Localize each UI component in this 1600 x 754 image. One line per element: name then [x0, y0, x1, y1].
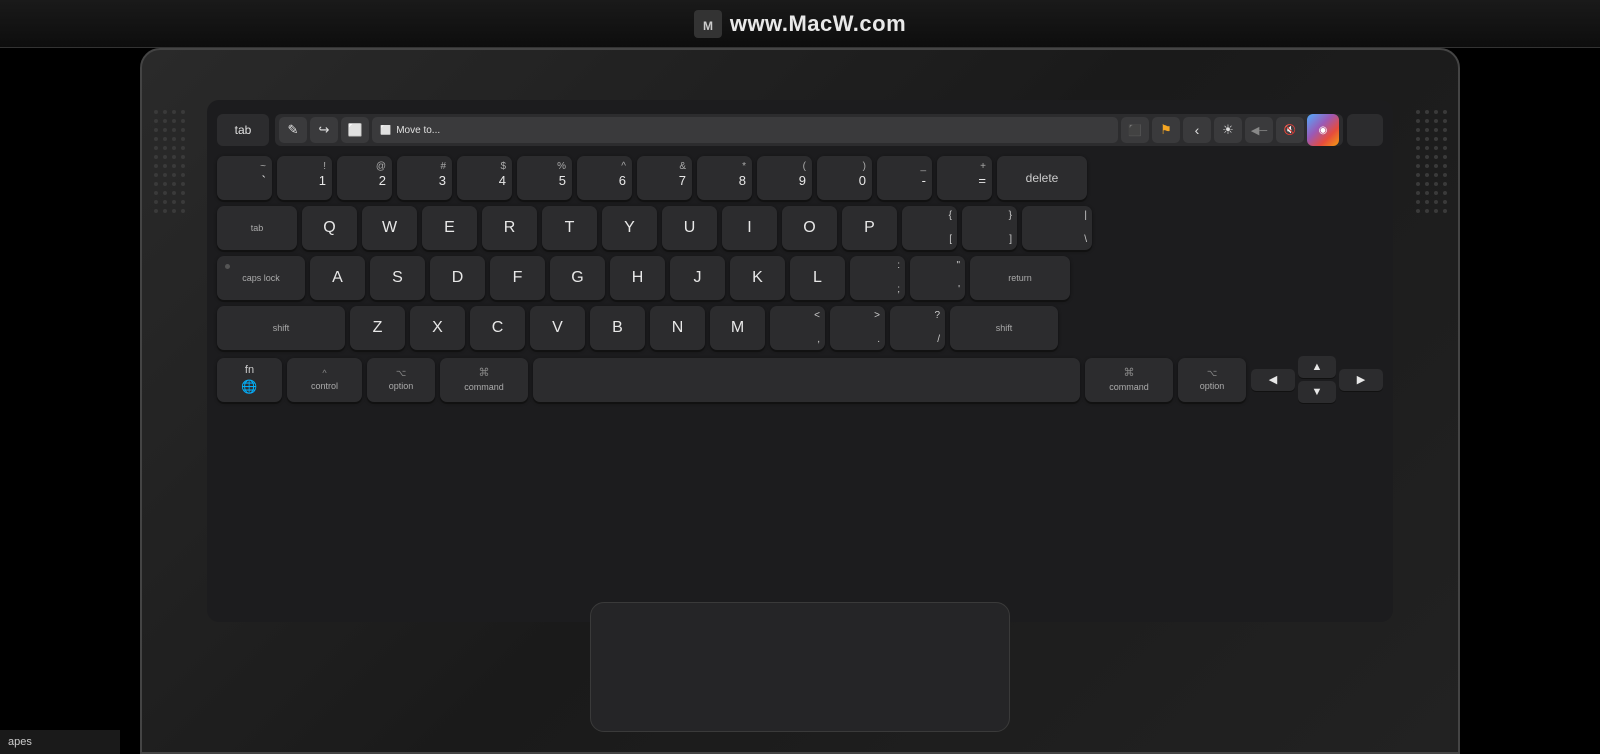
tb-moveto-label: Move to... [396, 125, 440, 136]
zxcv-row: shift Z X C V B N M < , > . ? / shift [217, 306, 1383, 350]
tb-archive-btn[interactable]: ⬜ [341, 117, 369, 143]
key-command-right[interactable]: ⌘ command [1085, 358, 1173, 402]
key-d[interactable]: D [430, 256, 485, 300]
key-j[interactable]: J [670, 256, 725, 300]
key-0[interactable]: ) 0 [817, 156, 872, 200]
key-q[interactable]: Q [302, 206, 357, 250]
tb-brightness-btn[interactable]: ☀ [1214, 117, 1242, 143]
trackpad[interactable] [590, 602, 1010, 732]
arrow-cluster: ◀ ▲ ▼ ▶ [1251, 356, 1383, 403]
bottom-row: fn 🌐 ^ control ⌥ option ⌘ command ⌘ comm… [217, 356, 1383, 403]
key-g[interactable]: G [550, 256, 605, 300]
key-comma[interactable]: < , [770, 306, 825, 350]
key-5[interactable]: % 5 [517, 156, 572, 200]
key-fn[interactable]: fn 🌐 [217, 358, 282, 402]
key-a[interactable]: A [310, 256, 365, 300]
tb-mute-btn[interactable]: 🔇 [1276, 117, 1304, 143]
key-capslock[interactable]: caps lock [217, 256, 305, 300]
key-c[interactable]: C [470, 306, 525, 350]
bottom-status-label: apes [8, 736, 32, 748]
key-bracket-open[interactable]: { [ [902, 206, 957, 250]
tb-volume-down-btn[interactable]: ◀─ [1245, 117, 1273, 143]
key-shift-right[interactable]: shift [950, 306, 1058, 350]
key-v[interactable]: V [530, 306, 585, 350]
key-return[interactable]: return [970, 256, 1070, 300]
site-url: www.MacW.com [730, 11, 906, 37]
key-z[interactable]: Z [350, 306, 405, 350]
asdf-row: caps lock A S D F G H J K L : ; " ' retu… [217, 256, 1383, 300]
key-p[interactable]: P [842, 206, 897, 250]
key-esc[interactable]: tab [217, 114, 269, 146]
key-arrow-down[interactable]: ▼ [1298, 381, 1336, 403]
key-l[interactable]: L [790, 256, 845, 300]
key-shift-left[interactable]: shift [217, 306, 345, 350]
key-semicolon[interactable]: : ; [850, 256, 905, 300]
key-equals[interactable]: + = [937, 156, 992, 200]
key-6[interactable]: ^ 6 [577, 156, 632, 200]
tb-moveto-btn[interactable]: ⬜ Move to... [372, 117, 1118, 143]
key-period[interactable]: > . [830, 306, 885, 350]
key-bracket-close[interactable]: } ] [962, 206, 1017, 250]
key-8[interactable]: * 8 [697, 156, 752, 200]
tb-siri-btn[interactable]: ◉ [1307, 114, 1339, 146]
key-slash[interactable]: ? / [890, 306, 945, 350]
key-backslash[interactable]: | \ [1022, 206, 1092, 250]
qwerty-row: tab Q W E R T Y U I O P { [ } ] | \ [217, 206, 1383, 250]
key-control[interactable]: ^ control [287, 358, 362, 402]
capslock-indicator [225, 264, 230, 269]
key-o[interactable]: O [782, 206, 837, 250]
key-arrow-up[interactable]: ▲ [1298, 356, 1336, 378]
tb-delete-btn[interactable]: ⬛ [1121, 117, 1149, 143]
number-row: ~ ` ! 1 @ 2 # 3 $ 4 % 5 [217, 156, 1383, 200]
touch-bar: tab ✎ ↪ ⬜ ⬜ Move to... ⬛ ⚑ ‹ ☀ ◀─ 🔇 ◉ [217, 112, 1383, 148]
key-n[interactable]: N [650, 306, 705, 350]
laptop-body: tab ✎ ↪ ⬜ ⬜ Move to... ⬛ ⚑ ‹ ☀ ◀─ 🔇 ◉ [140, 48, 1460, 754]
touch-bar-widget: ✎ ↪ ⬜ ⬜ Move to... ⬛ ⚑ ‹ ☀ ◀─ 🔇 ◉ [275, 114, 1343, 146]
macw-logo-icon: M [694, 10, 722, 38]
key-minus[interactable]: _ - [877, 156, 932, 200]
key-r[interactable]: R [482, 206, 537, 250]
arrow-up-down: ▲ ▼ [1298, 356, 1336, 403]
key-h[interactable]: H [610, 256, 665, 300]
key-command-left[interactable]: ⌘ command [440, 358, 528, 402]
key-backtick[interactable]: ~ ` [217, 156, 272, 200]
key-f[interactable]: F [490, 256, 545, 300]
key-m[interactable]: M [710, 306, 765, 350]
key-9[interactable]: ( 9 [757, 156, 812, 200]
tb-edit-btn[interactable]: ✎ [279, 117, 307, 143]
tb-share-btn[interactable]: ↪ [310, 117, 338, 143]
key-space[interactable] [533, 358, 1080, 402]
key-s[interactable]: S [370, 256, 425, 300]
key-delete[interactable]: delete [997, 156, 1087, 200]
key-i[interactable]: I [722, 206, 777, 250]
key-x[interactable]: X [410, 306, 465, 350]
key-arrow-right[interactable]: ▶ [1339, 369, 1383, 391]
tb-flag-btn[interactable]: ⚑ [1152, 117, 1180, 143]
key-3[interactable]: # 3 [397, 156, 452, 200]
key-7[interactable]: & 7 [637, 156, 692, 200]
speaker-grille-left [154, 110, 184, 390]
tb-back-btn[interactable]: ‹ [1183, 117, 1211, 143]
key-4[interactable]: $ 4 [457, 156, 512, 200]
key-tab[interactable]: tab [217, 206, 297, 250]
key-k[interactable]: K [730, 256, 785, 300]
key-y[interactable]: Y [602, 206, 657, 250]
key-2[interactable]: @ 2 [337, 156, 392, 200]
keyboard-area: tab ✎ ↪ ⬜ ⬜ Move to... ⬛ ⚑ ‹ ☀ ◀─ 🔇 ◉ [207, 100, 1393, 622]
key-e[interactable]: E [422, 206, 477, 250]
key-1[interactable]: ! 1 [277, 156, 332, 200]
key-quote[interactable]: " ' [910, 256, 965, 300]
key-u[interactable]: U [662, 206, 717, 250]
key-t[interactable]: T [542, 206, 597, 250]
top-bar: M www.MacW.com [0, 0, 1600, 48]
key-option-right[interactable]: ⌥ option [1178, 358, 1246, 402]
key-b[interactable]: B [590, 306, 645, 350]
tb-end-key[interactable] [1347, 114, 1383, 146]
svg-text:M: M [703, 19, 713, 33]
speaker-grille-right [1416, 110, 1446, 390]
key-w[interactable]: W [362, 206, 417, 250]
key-arrow-left[interactable]: ◀ [1251, 369, 1295, 391]
bottom-status-bar: apes [0, 730, 120, 754]
key-option-left[interactable]: ⌥ option [367, 358, 435, 402]
